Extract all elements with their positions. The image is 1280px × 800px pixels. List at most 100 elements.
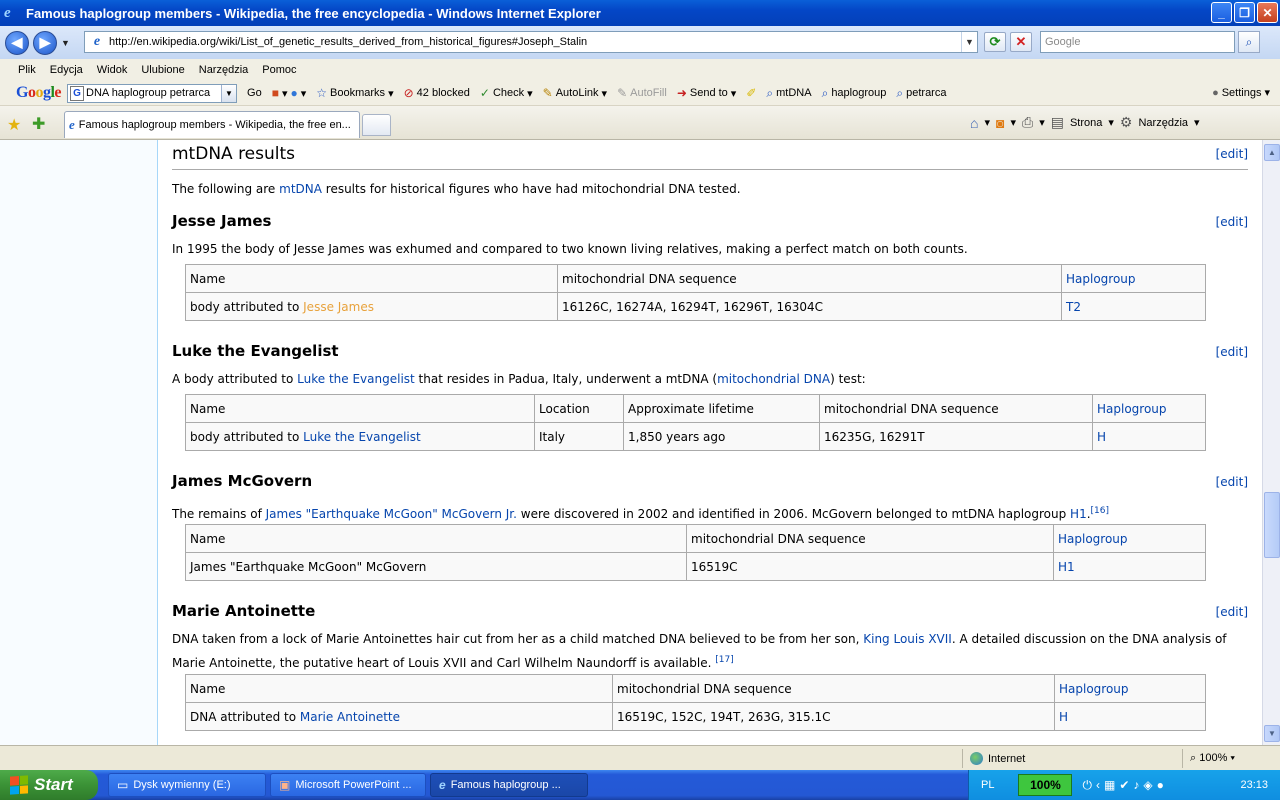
menu-pomoc[interactable]: Pomoc [262, 64, 296, 76]
edit-link-text[interactable]: [edit] [1216, 147, 1248, 161]
cell-haplogroup[interactable]: H [1054, 702, 1206, 731]
scroll-down-arrow-icon[interactable]: ▼ [1264, 725, 1280, 742]
luke-link[interactable]: Luke the Evangelist [297, 372, 415, 386]
menu-ulubione[interactable]: Ulubione [141, 64, 184, 76]
search-input[interactable]: Google [1040, 31, 1235, 53]
google-go-button[interactable]: Go [247, 87, 262, 99]
security-zone[interactable]: Internet [970, 752, 1025, 765]
haplogroup-link[interactable]: Haplogroup [1058, 532, 1128, 546]
page-menu-label[interactable]: Strona [1070, 117, 1102, 129]
google-search-dropdown-icon[interactable]: ▼ [221, 84, 237, 102]
autofill-button[interactable]: ✎ AutoFill [617, 86, 667, 100]
popup-blocker-button[interactable]: ⊘ 42 blocked [404, 86, 470, 100]
autolink-button[interactable]: ✎ AutoLink ▾ [543, 86, 607, 100]
header-haplogroup[interactable]: Haplogroup [1092, 394, 1206, 423]
reference-16[interactable]: [16] [1091, 506, 1109, 516]
add-favorite-icon[interactable]: ✚ [32, 114, 45, 134]
print-icon[interactable]: ⎙ [1022, 114, 1033, 131]
haplogroup-link[interactable]: Haplogroup [1097, 402, 1167, 416]
address-bar[interactable]: e http://en.wikipedia.org/wiki/List_of_g… [84, 31, 978, 53]
taskbar-item-powerpoint[interactable]: ▣ Microsoft PowerPoint ... [270, 773, 426, 797]
battery-indicator[interactable]: 100% [1018, 774, 1073, 796]
tools-menu-label[interactable]: Narzędzia [1138, 117, 1188, 129]
google-search-value[interactable]: DNA haplogroup petrarca [86, 87, 210, 99]
edit-link-text[interactable]: [edit] [1216, 475, 1248, 489]
google-search-input[interactable]: G DNA haplogroup petrarca ▼ [67, 83, 238, 103]
mtdna-link[interactable]: mtDNA [279, 182, 322, 196]
edit-link-luke[interactable]: [edit] [1216, 345, 1248, 359]
clock[interactable]: 23:13 [1240, 779, 1268, 791]
edit-link-marie[interactable]: [edit] [1216, 605, 1248, 619]
start-button[interactable]: Start [0, 770, 98, 800]
refresh-button[interactable]: ⟳ [984, 32, 1006, 52]
haplogroup-link[interactable]: Haplogroup [1066, 272, 1136, 286]
send-to-button[interactable]: ➜ Send to ▾ [677, 86, 737, 100]
header-haplogroup[interactable]: Haplogroup [1061, 264, 1206, 293]
maximize-button[interactable]: ❐ [1234, 2, 1255, 23]
bookmarks-button[interactable]: ☆ Bookmarks ▾ [316, 86, 393, 100]
menu-narzedzia[interactable]: Narzędzia [199, 64, 249, 76]
vertical-scrollbar[interactable]: ▲ ▼ [1262, 140, 1280, 745]
menu-widok[interactable]: Widok [97, 64, 128, 76]
luke-row-link[interactable]: Luke the Evangelist [303, 430, 421, 444]
haplogroup-link[interactable]: Haplogroup [1059, 682, 1129, 696]
network-icon[interactable]: ▦ [1104, 778, 1115, 793]
header-haplogroup[interactable]: Haplogroup [1053, 524, 1206, 553]
forward-button[interactable]: ▶ [33, 30, 57, 55]
header-haplogroup[interactable]: Haplogroup [1054, 674, 1206, 703]
king-louis-link[interactable]: King Louis XVII [863, 632, 952, 646]
haplogroup-h-link[interactable]: H [1059, 710, 1068, 724]
cell-haplogroup[interactable]: T2 [1061, 292, 1206, 321]
favorites-star-icon[interactable]: ★ [7, 115, 21, 135]
safely-remove-icon[interactable]: ✔ [1119, 778, 1129, 793]
search-go-button[interactable]: ⌕ [1238, 31, 1260, 53]
taskbar-item-ie[interactable]: e Famous haplogroup ... [430, 773, 588, 797]
haplogroup-h-link[interactable]: H [1097, 430, 1106, 444]
history-dropdown-icon[interactable]: ▼ [61, 38, 70, 48]
minimize-button[interactable]: _ [1211, 2, 1232, 23]
reference-17[interactable]: [17] [715, 655, 733, 665]
back-button[interactable]: ◀ [5, 30, 29, 55]
stop-button[interactable]: ✕ [1010, 32, 1032, 52]
edit-link-text[interactable]: [edit] [1216, 215, 1248, 229]
language-indicator[interactable]: PL [981, 779, 994, 791]
menu-plik[interactable]: Plik [18, 64, 36, 76]
close-button[interactable]: ✕ [1257, 2, 1278, 23]
scroll-up-arrow-icon[interactable]: ▲ [1264, 144, 1280, 161]
google-icons-group[interactable]: ■ ▾ ● ▾ [272, 86, 307, 100]
search-term-petrarca[interactable]: ⌕ petrarca [896, 86, 946, 101]
edit-link-jesse-james[interactable]: [edit] [1216, 215, 1248, 229]
home-icon[interactable]: ⌂ [970, 115, 978, 131]
puzzle-icon[interactable]: ■ [272, 86, 279, 100]
shield-icon[interactable]: ◈ [1143, 778, 1152, 793]
speech-bubble-icon[interactable]: ● [290, 86, 297, 100]
power-plug-icon[interactable]: ⏻ [1082, 778, 1092, 793]
search-term-mtdna[interactable]: ⌕ mtDNA [766, 86, 811, 101]
zoom-control[interactable]: ⌕ 100% ▾ [1190, 752, 1235, 765]
haplogroup-h1-link[interactable]: H1 [1058, 560, 1075, 574]
edit-link[interactable]: [edit] [1216, 147, 1248, 161]
highlight-button[interactable]: ✐ [746, 86, 756, 100]
address-url[interactable]: http://en.wikipedia.org/wiki/List_of_gen… [109, 36, 587, 48]
chevron-left-icon[interactable]: ‹ [1096, 778, 1100, 793]
tray-app-icon[interactable]: ● [1157, 778, 1164, 793]
edit-link-text[interactable]: [edit] [1216, 345, 1248, 359]
spell-check-button[interactable]: ✓ Check ▾ [480, 86, 533, 100]
jesse-james-link[interactable]: Jesse James [303, 300, 374, 314]
tools-gear-icon[interactable]: ⚙ [1120, 114, 1133, 131]
edit-link-text[interactable]: [edit] [1216, 605, 1248, 619]
h1-link[interactable]: H1 [1070, 507, 1087, 521]
new-tab-button[interactable] [362, 114, 391, 136]
mcgovern-link[interactable]: James "Earthquake McGoon" McGovern Jr. [266, 507, 517, 521]
tab-active[interactable]: e Famous haplogroup members - Wikipedia,… [64, 111, 360, 138]
haplogroup-t2-link[interactable]: T2 [1066, 300, 1081, 314]
marie-antoinette-link[interactable]: Marie Antoinette [300, 710, 400, 724]
rss-icon[interactable]: ◙ [996, 115, 1004, 131]
search-term-haplogroup[interactable]: ⌕ haplogroup [822, 86, 887, 101]
google-logo[interactable]: Google [16, 84, 61, 102]
settings-button[interactable]: ● Settings ▾ [1212, 86, 1270, 100]
cell-haplogroup[interactable]: H1 [1053, 552, 1206, 581]
scroll-thumb[interactable] [1264, 492, 1280, 558]
cell-haplogroup[interactable]: H [1092, 422, 1206, 451]
menu-edycja[interactable]: Edycja [50, 64, 83, 76]
